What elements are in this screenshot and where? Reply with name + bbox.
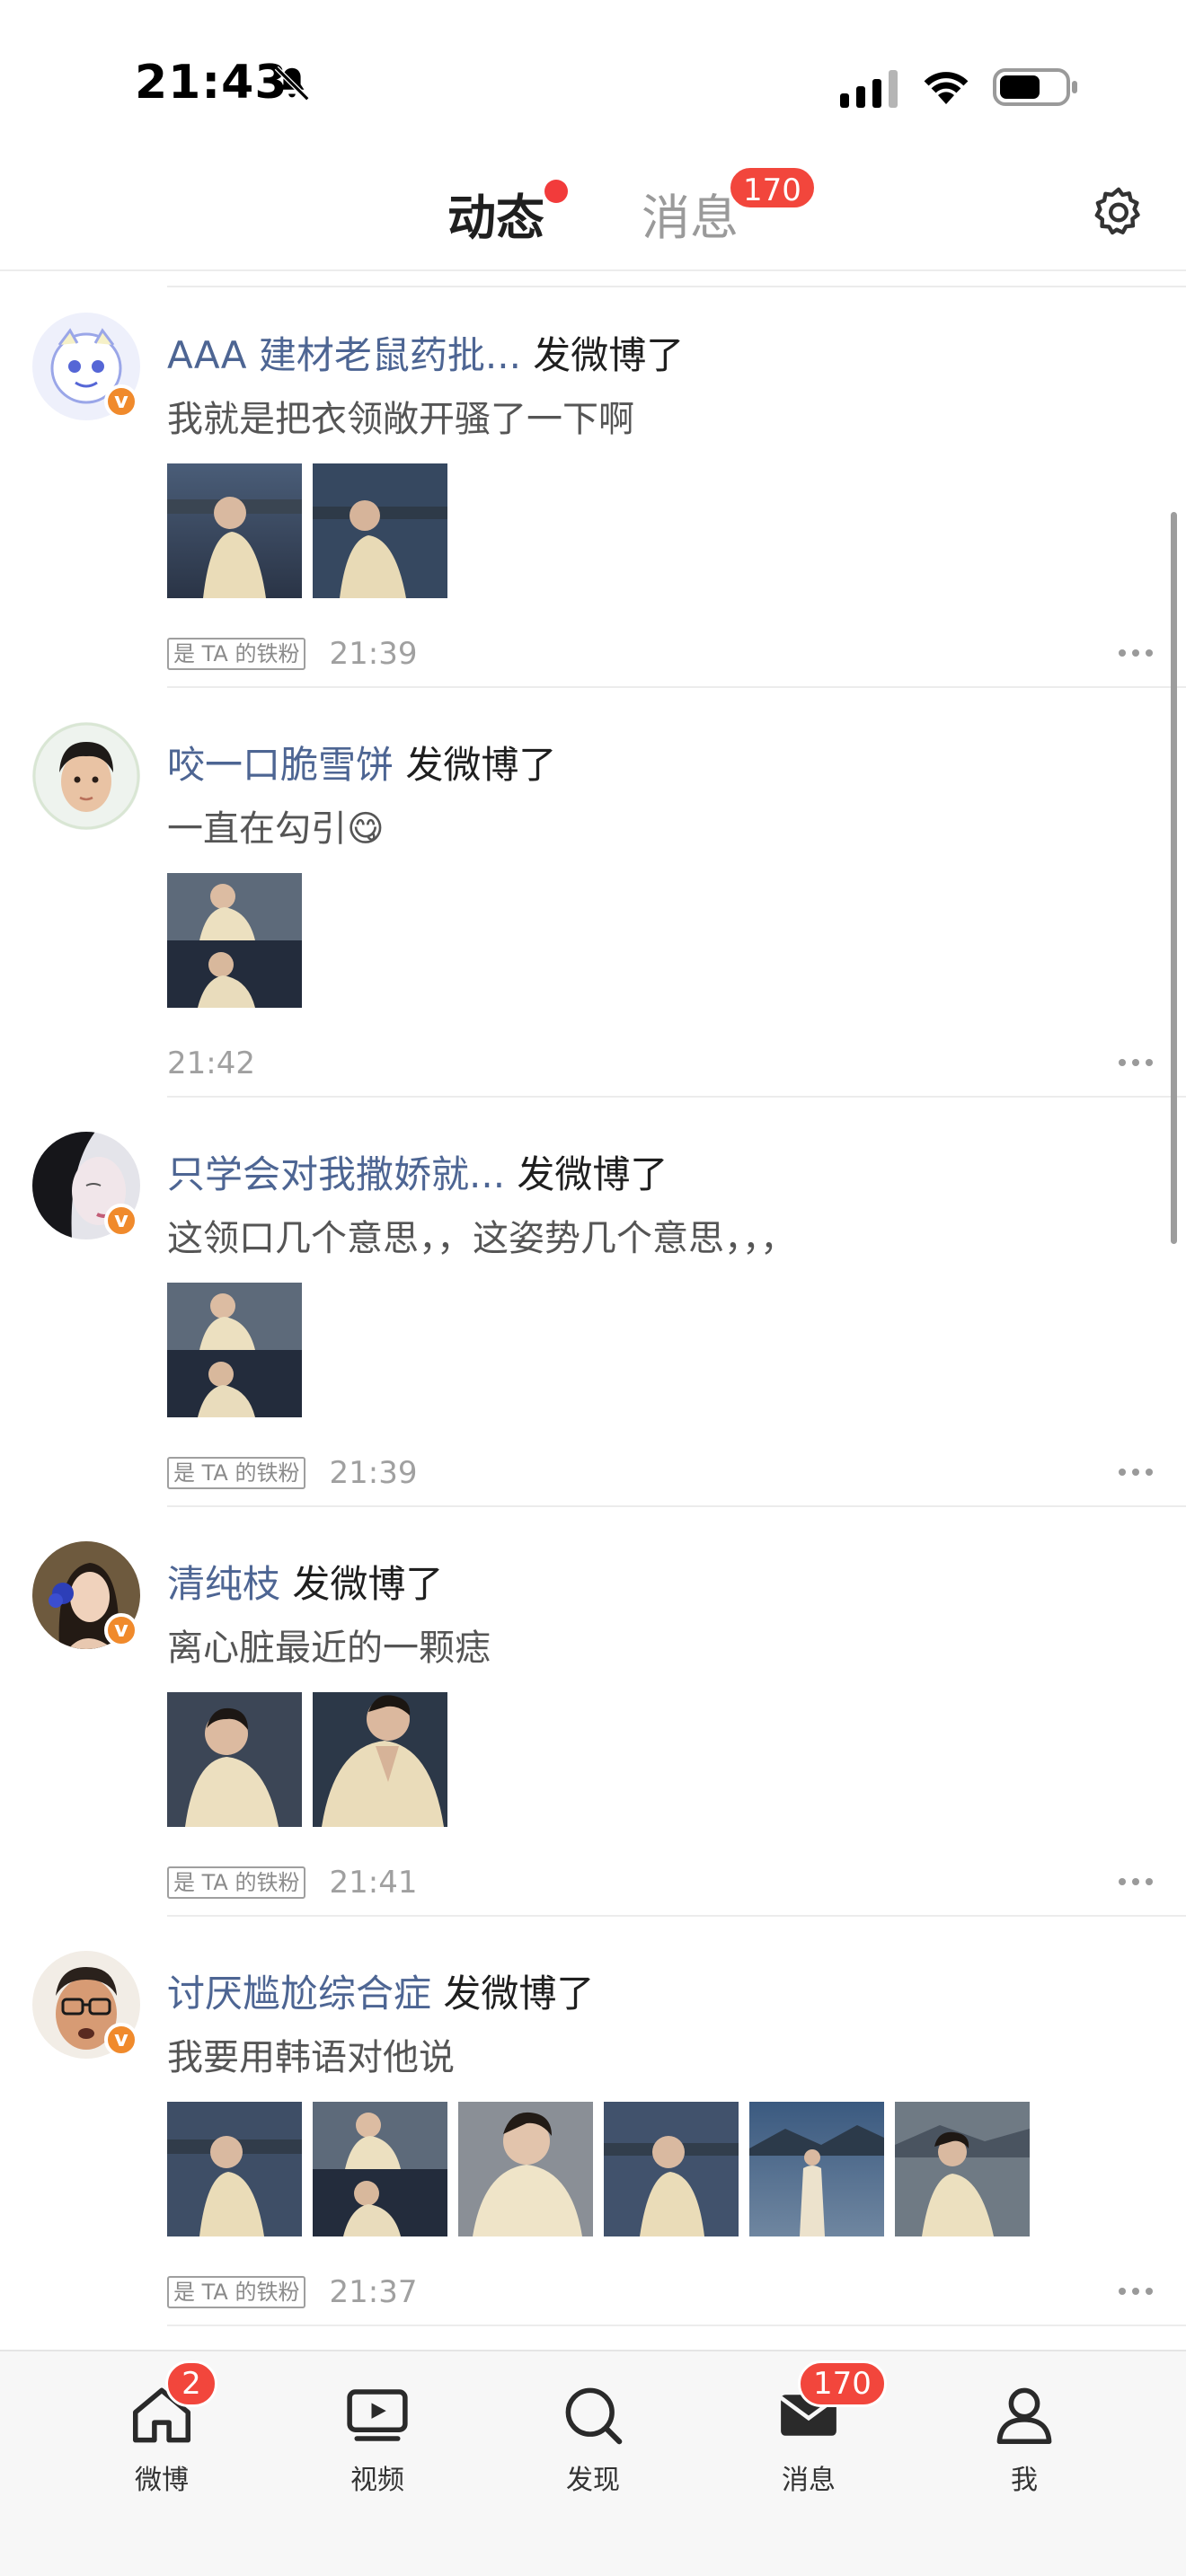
battery-icon	[993, 68, 1077, 106]
post-thumbnail[interactable]	[313, 463, 447, 598]
item-divider	[167, 2325, 1186, 2326]
post-thumbnail[interactable]	[458, 2102, 593, 2236]
more-options-icon[interactable]	[1118, 1877, 1154, 1886]
feed-item[interactable]: v AAA 建材老鼠药批... 发微博了 我就是把衣领敞开骚了一下啊 是 TA …	[0, 278, 1186, 688]
post-meta: 是 TA 的铁粉 21:39	[167, 1455, 417, 1491]
post-time: 21:42	[167, 1045, 255, 1081]
post-time: 21:37	[329, 2274, 418, 2310]
verified-badge-icon: v	[104, 1204, 138, 1238]
fan-tag: 是 TA 的铁粉	[167, 638, 306, 670]
video-play-icon	[347, 2389, 408, 2441]
status-time: 21:43	[135, 56, 288, 110]
more-options-icon[interactable]	[1118, 1468, 1154, 1477]
post-action-text: 发微博了	[292, 1562, 444, 1606]
post-thumbnail[interactable]	[167, 873, 302, 1008]
nav-video[interactable]: 视频	[314, 2369, 440, 2504]
more-options-icon[interactable]	[1118, 1058, 1154, 1067]
post-thumbnail[interactable]	[749, 2102, 884, 2236]
post-meta: 是 TA 的铁粉 21:41	[167, 1865, 417, 1901]
post-meta: 21:42	[167, 1045, 255, 1081]
more-options-icon[interactable]	[1118, 2287, 1154, 2296]
fan-tag: 是 TA 的铁粉	[167, 1457, 306, 1489]
post-thumbnail[interactable]	[167, 463, 302, 598]
post-title-line: 清纯枝 发微博了	[167, 1554, 443, 1609]
post-content[interactable]: 离心脏最近的一颗痣	[167, 1619, 491, 1671]
post-time: 21:39	[329, 1455, 418, 1491]
post-content[interactable]: 我要用韩语对他说	[167, 2028, 455, 2080]
post-thumbnail[interactable]	[167, 1283, 302, 1417]
post-title-line: 只学会对我撒娇就... 发微博了	[167, 1144, 668, 1199]
tab-feed[interactable]: 动态	[444, 178, 544, 252]
post-action-text: 发微博了	[533, 333, 685, 377]
post-thumbnail[interactable]	[313, 1692, 447, 1827]
post-thumbnail[interactable]	[313, 2102, 447, 2236]
nav-me-label: 我	[1011, 2465, 1038, 2496]
post-images	[167, 2102, 1030, 2236]
status-bar: 21:43	[0, 0, 1186, 153]
username-link[interactable]: AAA 建材老鼠药批...	[167, 333, 521, 377]
post-thumbnail[interactable]	[167, 1692, 302, 1827]
tab-feed-unread-dot	[544, 180, 568, 203]
tab-messages-badge: 170	[728, 165, 817, 210]
post-title-line: AAA 建材老鼠药批... 发微博了	[167, 325, 684, 380]
verified-badge-icon: v	[104, 1613, 138, 1647]
top-tab-bar: 动态 消息 170	[0, 153, 1186, 271]
fan-tag: 是 TA 的铁粉	[167, 2276, 306, 2308]
post-action-text: 发微博了	[517, 1152, 668, 1196]
feed-item[interactable]: v 只学会对我撒娇就... 发微博了 这领口几个意思，，这姿势几个意思，，， 是…	[0, 1098, 1186, 1507]
nav-messages-badge: 170	[798, 2360, 887, 2407]
post-images	[167, 1283, 302, 1417]
username-link[interactable]: 咬一口脆雪饼	[167, 743, 394, 787]
post-action-text: 发微博了	[405, 743, 557, 787]
nav-home-badge: 2	[165, 2360, 217, 2407]
post-images	[167, 873, 302, 1008]
verified-badge-icon: v	[104, 384, 138, 419]
post-meta: 是 TA 的铁粉 21:39	[167, 636, 417, 672]
feed-item[interactable]: 咬一口脆雪饼 发微博了 一直在勾引😋 21:42	[0, 688, 1186, 1098]
settings-gear-icon[interactable]	[1089, 183, 1148, 243]
cellular-signal-icon	[840, 70, 898, 108]
post-title-line: 讨厌尴尬综合症 发微博了	[167, 1963, 594, 2018]
tab-messages-label: 消息	[642, 190, 739, 246]
more-options-icon[interactable]	[1118, 648, 1154, 657]
verified-badge-icon: v	[104, 2023, 138, 2057]
post-content[interactable]: 我就是把衣领敞开骚了一下啊	[167, 390, 634, 442]
nav-video-label: 视频	[350, 2465, 404, 2496]
nav-discover[interactable]: 发现	[530, 2369, 656, 2504]
post-content[interactable]: 这领口几个意思，，这姿势几个意思，，，	[167, 1209, 796, 1261]
avatar[interactable]	[32, 722, 140, 830]
feed-item[interactable]: v 清纯枝 发微博了 离心脏最近的一颗痣 是 TA 的铁粉 21:41	[0, 1507, 1186, 1917]
nav-discover-label: 发现	[566, 2465, 620, 2496]
nav-messages-label: 消息	[782, 2465, 836, 2496]
post-time: 21:39	[329, 636, 418, 672]
username-link[interactable]: 清纯枝	[167, 1562, 280, 1606]
post-action-text: 发微博了	[443, 1972, 595, 2016]
post-images	[167, 1692, 447, 1827]
post-title-line: 咬一口脆雪饼 发微博了	[167, 735, 556, 790]
search-icon	[565, 2387, 623, 2445]
feed-item[interactable]: v 讨厌尴尬综合症 发微博了 我要用韩语对他说 是 TA 的铁粉 21:37	[0, 1917, 1186, 2326]
wifi-icon	[924, 72, 969, 104]
username-link[interactable]: 只学会对我撒娇就...	[167, 1152, 505, 1196]
bottom-tab-bar: 微博 2 视频 发现 消息 170 我	[0, 2350, 1186, 2576]
post-thumbnail[interactable]	[167, 2102, 302, 2236]
scrollbar[interactable]	[1171, 512, 1177, 1244]
bell-muted-icon	[274, 66, 310, 101]
tab-messages[interactable]: 消息	[642, 178, 739, 249]
fan-tag: 是 TA 的铁粉	[167, 1866, 306, 1899]
post-thumbnail[interactable]	[895, 2102, 1030, 2236]
username-link[interactable]: 讨厌尴尬综合症	[167, 1972, 431, 2016]
nav-me[interactable]: 我	[961, 2369, 1087, 2504]
post-time: 21:41	[329, 1865, 418, 1901]
post-meta: 是 TA 的铁粉 21:37	[167, 2274, 417, 2310]
post-content[interactable]: 一直在勾引😋	[167, 799, 385, 851]
profile-icon	[996, 2387, 1052, 2445]
tab-feed-label: 动态	[447, 190, 544, 246]
post-thumbnail[interactable]	[604, 2102, 739, 2236]
post-images	[167, 463, 447, 598]
nav-home-label: 微博	[135, 2465, 189, 2496]
